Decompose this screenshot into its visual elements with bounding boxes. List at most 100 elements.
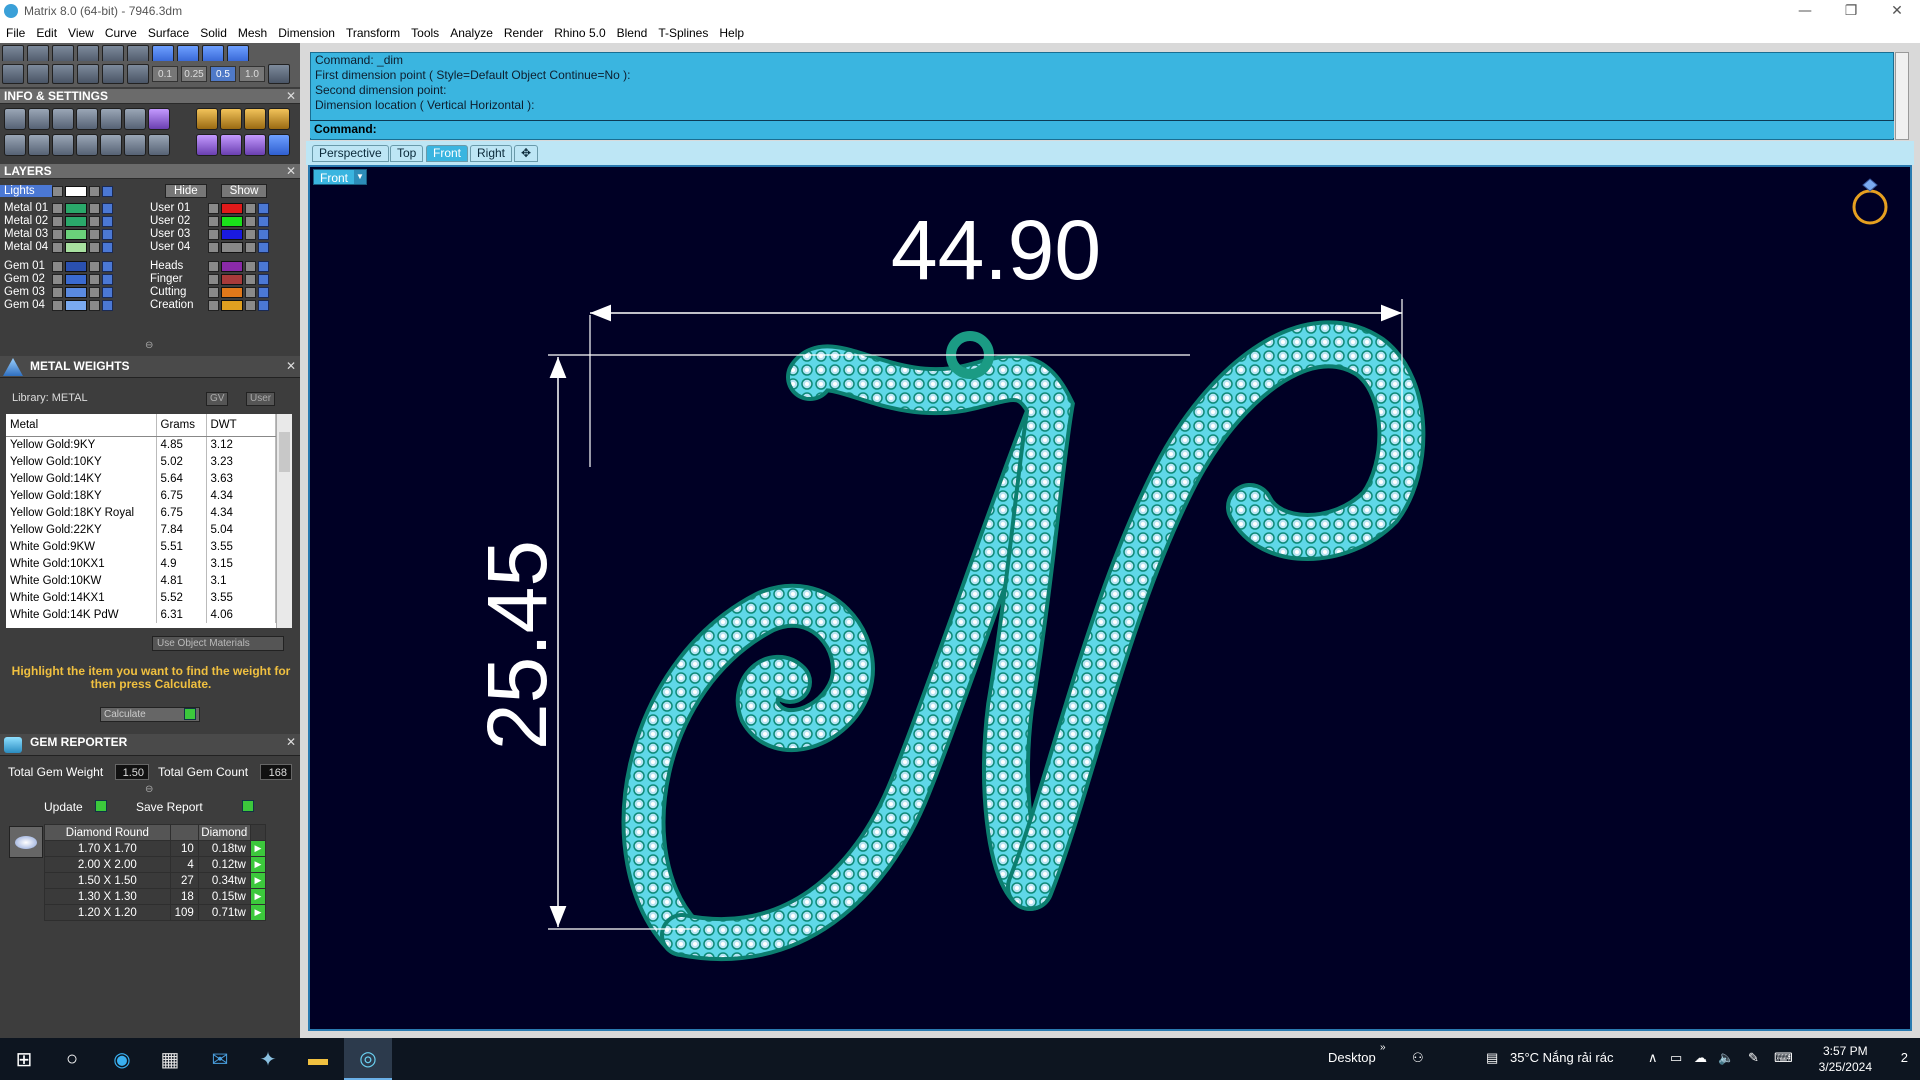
report-icon[interactable] (268, 108, 290, 130)
lock-icon[interactable] (89, 260, 100, 272)
table-row[interactable]: Yellow Gold:18KY Royal 6.75 4.34 (6, 504, 276, 521)
keyboard-icon[interactable]: ⌨ (1774, 1050, 1793, 1066)
menu-edit[interactable]: Edit (36, 26, 57, 40)
command-scrollbar[interactable] (1895, 52, 1909, 140)
view-icon[interactable] (268, 134, 290, 156)
layer-name[interactable]: Gem 01 (0, 260, 52, 272)
ruler-icon[interactable] (220, 108, 242, 130)
lock-icon[interactable] (245, 215, 256, 227)
layer-color-swatch[interactable] (65, 273, 87, 285)
visibility-toggle[interactable] (258, 228, 269, 240)
notifications-badge[interactable]: 2 (1901, 1050, 1908, 1065)
layer-color-swatch[interactable] (65, 260, 87, 272)
tool-icon[interactable] (127, 64, 149, 84)
menu-rhino[interactable]: Rhino 5.0 (554, 26, 605, 40)
tab-perspective[interactable]: Perspective (312, 145, 389, 162)
layer-name[interactable]: Creation (150, 299, 208, 311)
visibility-toggle[interactable] (102, 215, 113, 227)
menu-help[interactable]: Help (719, 26, 744, 40)
lock-icon[interactable] (245, 299, 256, 311)
gem-icon[interactable] (148, 108, 170, 130)
layer-icon[interactable] (52, 108, 74, 130)
matrix-taskbar-icon[interactable]: ◎ (344, 1038, 392, 1080)
measure-icon[interactable] (196, 108, 218, 130)
layer-name[interactable]: Gem 02 (0, 273, 52, 285)
expand-icon[interactable] (52, 286, 63, 298)
add-viewport-tab-icon[interactable]: ✥ (514, 145, 539, 162)
metal-col-header[interactable]: Metal (6, 414, 157, 437)
menu-transform[interactable]: Transform (346, 26, 400, 40)
table-row[interactable]: Yellow Gold:14KY 5.64 3.63 (6, 470, 276, 487)
visibility-toggle[interactable] (258, 215, 269, 227)
menu-surface[interactable]: Surface (148, 26, 189, 40)
play-icon[interactable] (242, 800, 254, 812)
visibility-toggle[interactable] (102, 241, 113, 253)
lock-icon[interactable] (89, 228, 100, 240)
weather-icon[interactable]: ▤ (1486, 1050, 1498, 1066)
expand-icon[interactable] (52, 260, 63, 272)
close-icon[interactable]: ✕ (286, 356, 296, 376)
settings-icon[interactable] (4, 108, 26, 130)
expand-icon[interactable] (208, 215, 219, 227)
expand-icon[interactable] (52, 185, 63, 197)
expand-icon[interactable] (52, 215, 63, 227)
front-viewport[interactable]: 44.90 25.45 Front ▼ (308, 165, 1912, 1031)
table-row[interactable]: Yellow Gold:18KY 6.75 4.34 (6, 487, 276, 504)
menu-analyze[interactable]: Analyze (450, 26, 493, 40)
expand-icon[interactable] (208, 241, 219, 253)
table-row[interactable]: 1.50 X 1.50 27 0.34tw ▶ (44, 872, 267, 889)
lock-icon[interactable] (245, 228, 256, 240)
tool-icon[interactable] (77, 64, 99, 84)
snap-1-0[interactable]: 1.0 (239, 66, 265, 82)
visibility-toggle[interactable] (258, 241, 269, 253)
scroll-thumb[interactable] (279, 432, 290, 472)
table-row[interactable]: Yellow Gold:22KY 7.84 5.04 (6, 521, 276, 538)
windows-start-icon[interactable]: ⊞ (0, 1038, 48, 1080)
dwt-col-header[interactable]: DWT (206, 414, 276, 437)
play-icon[interactable]: ▶ (249, 840, 267, 857)
snap-0-25[interactable]: 0.25 (181, 66, 207, 82)
use-object-materials-field[interactable]: Use Object Materials (152, 636, 284, 651)
minimize-button[interactable]: — (1782, 0, 1828, 22)
play-icon[interactable]: ▶ (249, 904, 267, 921)
chevron-up-icon[interactable]: » (1380, 1042, 1386, 1053)
grid-icon[interactable] (2, 64, 24, 84)
layer-color-swatch[interactable] (221, 299, 243, 311)
lock-icon[interactable] (89, 299, 100, 311)
visibility-toggle[interactable] (258, 299, 269, 311)
viewport-label-dropdown[interactable]: Front ▼ (313, 169, 368, 185)
system-clock[interactable]: 3:57 PM 3/25/2024 (1819, 1043, 1872, 1075)
layer-name[interactable]: User 01 (150, 202, 208, 214)
close-icon[interactable]: ✕ (286, 89, 296, 104)
menu-tsplines[interactable]: T-Splines (658, 26, 708, 40)
table-row[interactable]: White Gold:10KX1 4.9 3.15 (6, 555, 276, 572)
save-report-button[interactable]: Save Report (136, 799, 203, 815)
save-icon[interactable] (100, 108, 122, 130)
expand-icon[interactable] (52, 228, 63, 240)
close-icon[interactable]: ✕ (286, 164, 296, 179)
expand-icon[interactable] (52, 299, 63, 311)
layer-lights-label[interactable]: Lights (0, 185, 52, 197)
layer-color-swatch[interactable] (221, 260, 243, 272)
cube-icon[interactable] (52, 134, 74, 156)
layer-name[interactable]: User 04 (150, 241, 208, 253)
table-row[interactable]: 2.00 X 2.00 4 0.12tw ▶ (44, 856, 267, 873)
play-icon[interactable] (184, 708, 196, 720)
visibility-toggle[interactable] (258, 273, 269, 285)
render-icon[interactable] (196, 134, 218, 156)
lock-icon[interactable] (89, 273, 100, 285)
table-row[interactable]: White Gold:14KX1 5.52 3.55 (6, 589, 276, 606)
layer-color-swatch[interactable] (221, 273, 243, 285)
grams-col-header[interactable]: Grams (156, 414, 207, 437)
file-explorer-icon[interactable]: ▬ (294, 1038, 342, 1080)
light-icon[interactable] (220, 134, 242, 156)
grid-icon[interactable] (4, 134, 26, 156)
search-icon[interactable]: ○ (48, 1038, 96, 1080)
onedrive-icon[interactable]: ☁ (1694, 1050, 1707, 1066)
layer-name[interactable]: Finger (150, 273, 208, 285)
layer-color-swatch[interactable] (65, 241, 87, 253)
table-row[interactable]: White Gold:14K PdW 6.31 4.06 (6, 606, 276, 623)
show-button[interactable]: Show (220, 184, 268, 198)
weather-text[interactable]: 35°C Nắng rải rác (1510, 1050, 1613, 1065)
menu-dimension[interactable]: Dimension (278, 26, 335, 40)
